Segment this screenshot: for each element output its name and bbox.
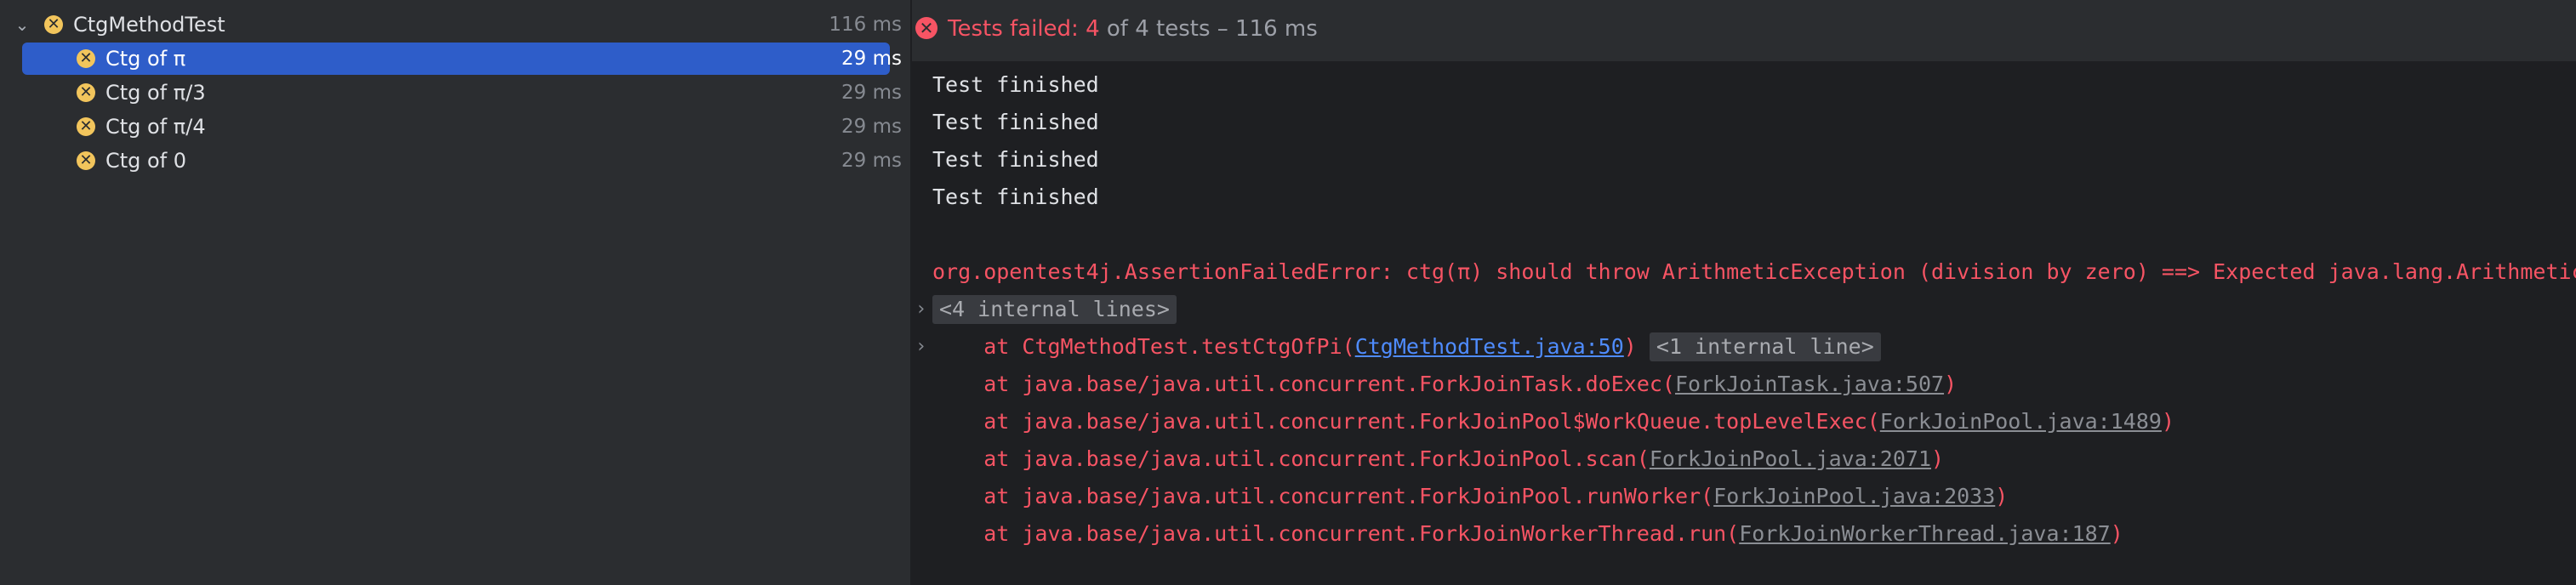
results-header: ✕ Tests failed: 4 of 4 tests – 116 ms [912, 0, 2576, 63]
chevron-right-icon[interactable]: › [915, 292, 929, 327]
failed-count-text: Tests failed: 4 [948, 16, 1100, 42]
tree-root-row[interactable]: ⌄ ✕ CtgMethodTest 116 ms [0, 8, 910, 42]
console-line: Test finished [932, 72, 1099, 97]
fail-icon: ✕ [77, 49, 95, 68]
fail-icon: ✕ [44, 15, 63, 34]
stack-frame: at java.base/java.util.concurrent.ForkJo… [932, 517, 2123, 551]
tree-item-duration: 29 ms [841, 48, 902, 70]
stack-frame-suffix: ) [2110, 521, 2123, 546]
chevron-down-icon[interactable]: ⌄ [12, 8, 32, 42]
source-link[interactable]: ForkJoinPool.java:1489 [1880, 409, 2162, 434]
console-output[interactable]: Test finished Test finished Test finishe… [912, 63, 2576, 585]
stack-frame-suffix: ) [1995, 484, 2009, 508]
stack-frame-text: at java.base/java.util.concurrent.ForkJo… [932, 484, 1714, 508]
tree-item-duration: 29 ms [841, 150, 902, 172]
tree-root-label: CtgMethodTest [73, 13, 225, 37]
stack-frame-suffix: ) [1931, 446, 1945, 471]
total-summary-text: of 4 tests – 116 ms [1099, 16, 1318, 42]
tree-item-duration: 29 ms [841, 116, 902, 138]
stack-frame-text: at CtgMethodTest.testCtgOfPi( [932, 334, 1355, 359]
stack-frame-text: at java.base/java.util.concurrent.ForkJo… [932, 372, 1675, 396]
stack-frame: at java.base/java.util.concurrent.ForkJo… [932, 480, 2008, 514]
source-link[interactable]: CtgMethodTest.java:50 [1355, 334, 1624, 359]
stack-frame-text: at java.base/java.util.concurrent.ForkJo… [932, 409, 1880, 434]
source-link[interactable]: ForkJoinTask.java:507 [1675, 372, 1944, 396]
source-link[interactable]: ForkJoinWorkerThread.java:187 [1739, 521, 2111, 546]
tree-item-label: Ctg of 0 [105, 149, 187, 173]
test-runner-window: ⌄ ✕ CtgMethodTest 116 ms ✕ Ctg of π 29 m… [0, 0, 2576, 585]
stack-frame: at java.base/java.util.concurrent.ForkJo… [932, 405, 2174, 439]
stack-frame-text: at java.base/java.util.concurrent.ForkJo… [932, 521, 1740, 546]
fail-icon: ✕ [77, 83, 95, 102]
fail-icon: ✕ [77, 151, 95, 170]
tree-item-label: Ctg of π/3 [105, 81, 206, 105]
source-link[interactable]: ForkJoinPool.java:2033 [1713, 484, 1995, 508]
internal-lines-fold-row: <4 internal lines> [932, 292, 1177, 327]
tree-item-label: Ctg of π [105, 47, 186, 71]
tree-item-duration: 29 ms [841, 82, 902, 104]
console-line: Test finished [932, 185, 1099, 209]
stack-frame: at java.base/java.util.concurrent.ForkJo… [932, 367, 1957, 401]
console-line: Test finished [932, 147, 1099, 172]
source-link[interactable]: ForkJoinPool.java:2071 [1650, 446, 1931, 471]
stack-frame-suffix: ) [1944, 372, 1958, 396]
stack-frame-text: at java.base/java.util.concurrent.ForkJo… [932, 446, 1650, 471]
internal-lines-fold[interactable]: <4 internal lines> [932, 295, 1177, 324]
tree-item-label: Ctg of π/4 [105, 115, 206, 139]
tree-root-duration: 116 ms [829, 14, 902, 36]
tree-item-ctg-of-0[interactable]: ✕ Ctg of 0 29 ms [0, 144, 910, 178]
console-line: Test finished [932, 110, 1099, 134]
stack-frame-suffix: ) [1623, 334, 1637, 359]
stack-frame: at java.base/java.util.concurrent.ForkJo… [932, 442, 1944, 476]
internal-line-fold[interactable]: <1 internal line> [1649, 332, 1881, 361]
stack-frame: at CtgMethodTest.testCtgOfPi(CtgMethodTe… [932, 330, 1881, 364]
tree-item-ctg-of-pi-4[interactable]: ✕ Ctg of π/4 29 ms [0, 110, 910, 144]
assertion-error-line: org.opentest4j.AssertionFailedError: ctg… [932, 259, 2576, 284]
test-status-summary: Tests failed: 4 of 4 tests – 116 ms [948, 14, 1318, 44]
chevron-right-icon[interactable]: › [915, 330, 929, 364]
tree-item-ctg-of-pi-3[interactable]: ✕ Ctg of π/3 29 ms [0, 76, 910, 110]
stack-frame-suffix: ) [2161, 409, 2174, 434]
tree-item-ctg-of-pi[interactable]: ✕ Ctg of π 29 ms [0, 42, 910, 76]
test-tree: ⌄ ✕ CtgMethodTest 116 ms ✕ Ctg of π 29 m… [0, 0, 910, 585]
fail-icon: ✕ [77, 117, 95, 136]
error-icon: ✕ [915, 17, 938, 39]
